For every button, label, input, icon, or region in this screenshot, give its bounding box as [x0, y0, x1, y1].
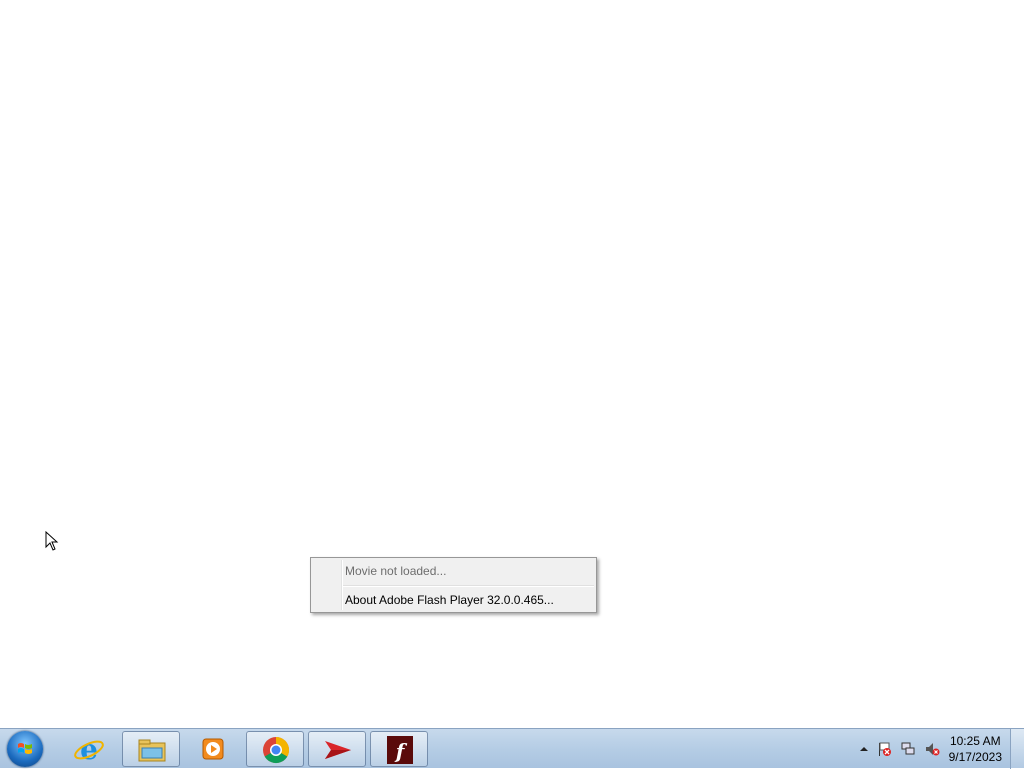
- taskbar-flash-player-button[interactable]: f: [370, 731, 428, 767]
- taskbar-ie-button[interactable]: e: [60, 731, 118, 767]
- taskbar-explorer-button[interactable]: [122, 731, 180, 767]
- svg-text:e: e: [80, 734, 98, 764]
- clock-time: 10:25 AM: [949, 734, 1001, 748]
- network-icon[interactable]: [900, 741, 916, 757]
- flash-player-icon: f: [387, 736, 413, 764]
- menu-item-movie-not-loaded: Movie not loaded...: [345, 564, 447, 578]
- file-explorer-icon: [138, 739, 166, 762]
- internet-explorer-icon: e: [74, 734, 104, 764]
- action-center-flag-icon[interactable]: [876, 741, 892, 757]
- volume-muted-icon[interactable]: [924, 741, 940, 757]
- clock-date: 9/17/2023: [948, 750, 1002, 764]
- system-tray: 10:25 AM 9/17/2023: [834, 729, 1024, 769]
- taskbar-chrome-button[interactable]: [246, 731, 304, 767]
- clock[interactable]: 10:25 AM 9/17/2023: [949, 733, 1002, 765]
- mouse-cursor-icon: [45, 531, 59, 551]
- taskbar-media-player-button[interactable]: [184, 731, 242, 767]
- menu-separator: [343, 585, 594, 587]
- menu-item-about-flash-player[interactable]: About Adobe Flash Player 32.0.0.465...: [313, 588, 594, 612]
- windows-logo-icon: [18, 743, 32, 754]
- start-button[interactable]: [7, 731, 43, 767]
- media-player-icon: [202, 738, 224, 760]
- show-desktop-button[interactable]: [1010, 729, 1024, 769]
- red-arrow-app-icon: [325, 741, 351, 759]
- show-hidden-icons-arrow[interactable]: [856, 741, 872, 757]
- context-menu: Movie not loaded... About Adobe Flash Pl…: [310, 557, 597, 613]
- taskbar-red-app-button[interactable]: [308, 731, 366, 767]
- chrome-icon: [263, 736, 290, 764]
- desktop[interactable]: Movie not loaded... About Adobe Flash Pl…: [0, 0, 1024, 728]
- taskbar: e f 10:25 AM 9/17/2023: [0, 728, 1024, 769]
